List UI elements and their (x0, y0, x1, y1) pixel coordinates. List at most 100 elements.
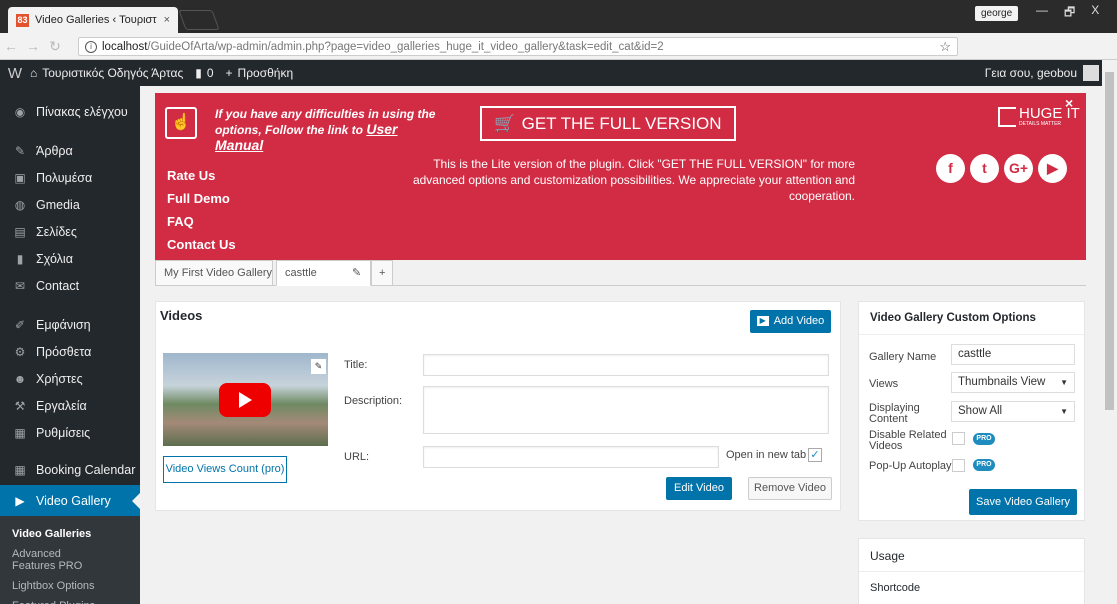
views-value: Thumbnails View (958, 376, 1046, 388)
sidebar-item-label: Πρόσθετα (36, 344, 92, 359)
back-icon[interactable]: ← (0, 38, 22, 54)
chevron-down-icon: ▼ (1060, 407, 1068, 416)
video-gallery-submenu: Video Galleries Advanced Features PRO Li… (0, 516, 140, 604)
profile-chip[interactable]: george (975, 6, 1019, 21)
description-textarea[interactable] (423, 386, 829, 434)
wordpress-logo-icon[interactable]: W (0, 65, 30, 82)
favicon-icon: 83 (16, 13, 29, 27)
browser-tab[interactable]: 83 Video Galleries ‹ Τουριστ × (8, 7, 178, 33)
popup-autoplay-checkbox[interactable] (952, 459, 965, 472)
info-icon[interactable]: i (85, 40, 97, 53)
scrollbar-thumb[interactable] (1105, 72, 1114, 410)
usage-panel: Usage Shortcode (858, 538, 1085, 604)
sidebar-item-video-gallery[interactable]: ▶ Video Gallery (0, 485, 140, 516)
sidebar-item-label: Contact (36, 278, 80, 293)
sidebar-item-label: Booking Calendar (36, 462, 136, 477)
url-input[interactable] (423, 446, 719, 468)
save-video-gallery-button[interactable]: Save Video Gallery (969, 489, 1077, 515)
window-controls: — 🗗 X (1036, 3, 1099, 24)
submenu-advanced-features[interactable]: Advanced Features PRO (0, 544, 100, 576)
full-demo-link[interactable]: Full Demo (167, 191, 230, 206)
edit-thumbnail-icon[interactable]: ✎ (311, 359, 326, 374)
sidebar-item-contact[interactable]: ✉ Contact (0, 270, 140, 301)
sidebar-item-dashboard[interactable]: ◉ Πίνακας ελέγχου (0, 96, 140, 127)
banner-close-icon[interactable]: × (1065, 95, 1073, 111)
new-content-link[interactable]: + Προσθήκη (226, 66, 294, 80)
videos-header: Videos (160, 308, 203, 323)
maximize-icon[interactable]: 🗗 (1064, 3, 1075, 24)
youtube-play-icon[interactable] (219, 383, 271, 417)
tab-my-first-video-gallery[interactable]: My First Video Gallery (155, 260, 273, 286)
address-toolbar: ← → ↻ i localhost /GuideOfArta/wp-admin/… (0, 33, 1117, 85)
page: 83 Video Galleries ‹ Τουριστ × george — … (0, 0, 1117, 604)
lite-version-text: This is the Lite version of the plugin. … (412, 157, 855, 203)
google-plus-icon[interactable]: G+ (1004, 154, 1033, 183)
custom-options-header: Video Gallery Custom Options (859, 302, 1084, 335)
submenu-video-galleries[interactable]: Video Galleries (0, 524, 140, 544)
tab-title: Video Galleries ‹ Τουριστ (35, 14, 157, 26)
site-name-link[interactable]: ⌂ Τουριστικός Οδηγός Άρτας (30, 66, 183, 80)
submenu-lightbox-options[interactable]: Lightbox Options (0, 576, 140, 596)
sidebar-item-label: Χρήστες (36, 371, 83, 386)
bookmark-star-icon[interactable]: ☆ (939, 39, 951, 55)
gallery-name-input[interactable]: casttle (951, 344, 1075, 365)
views-select[interactable]: Thumbnails View ▼ (951, 372, 1075, 393)
contact-us-link[interactable]: Contact Us (167, 237, 236, 252)
video-views-count-button[interactable]: Video Views Count (pro) (163, 456, 287, 483)
comment-icon: ▮ (195, 66, 202, 80)
settings-icon: ▦ (14, 425, 26, 440)
shortcode-label: Shortcode (870, 582, 921, 594)
forward-icon[interactable]: → (22, 38, 44, 54)
pages-icon: ▤ (14, 224, 26, 239)
sidebar-item-settings[interactable]: ▦ Ρυθμίσεις (0, 417, 140, 448)
open-new-tab-checkbox[interactable]: ✓ (808, 448, 822, 462)
comments-link[interactable]: ▮ 0 (195, 66, 213, 80)
views-label: Views (869, 378, 899, 390)
mail-icon: ✉ (14, 278, 26, 293)
page-scrollbar[interactable] (1102, 60, 1117, 604)
comments-icon: ▮ (16, 251, 24, 266)
youtube-icon[interactable]: ▶ (1038, 154, 1067, 183)
account-menu[interactable]: Γεια σου, geobou (985, 65, 1099, 81)
remove-video-button[interactable]: Remove Video (748, 477, 832, 500)
add-video-label: Add Video (773, 315, 825, 327)
sidebar-item-booking-calendar[interactable]: ▦ Booking Calendar (0, 454, 140, 485)
edit-pencil-icon[interactable]: ✎ (352, 261, 361, 285)
title-input[interactable] (423, 354, 829, 376)
new-tab-button[interactable] (178, 10, 220, 30)
brush-icon: ✐ (14, 317, 26, 332)
huge-it-banner: ☝ If you have any difficulties in using … (155, 93, 1086, 260)
facebook-icon[interactable]: f (936, 154, 965, 183)
add-video-button[interactable]: ▶ Add Video (750, 310, 831, 333)
reload-icon[interactable]: ↻ (44, 38, 66, 55)
disable-related-checkbox[interactable] (952, 432, 965, 445)
url-label: URL: (344, 451, 370, 463)
wp-admin-bar: W ⌂ Τουριστικός Οδηγός Άρτας ▮ 0 + Προσθήκη… (0, 60, 1117, 86)
url-bar[interactable]: i localhost /GuideOfArta/wp-admin/admin.… (78, 37, 958, 56)
open-new-tab-label: Open in new tab (726, 449, 807, 461)
get-full-version-button[interactable]: 🛒 GET THE FULL VERSION (480, 106, 736, 141)
tab-close-icon[interactable]: × (164, 14, 170, 26)
submenu-featured-plugins[interactable]: Featured Plugins (0, 596, 140, 604)
full-version-label: GET THE FULL VERSION (521, 114, 722, 133)
tab-casttle[interactable]: casttle ✎ (276, 260, 371, 286)
twitter-icon[interactable]: t (970, 154, 999, 183)
displaying-value: Show All (958, 405, 1003, 417)
admin-sidebar: ◉ Πίνακας ελέγχου ✎ Άρθρα ▣ Πολυμέσα ◍ Gmedi… (0, 86, 140, 604)
avatar (1083, 65, 1099, 81)
rate-us-link[interactable]: Rate Us (167, 168, 215, 183)
video-thumbnail[interactable]: ✎ (163, 353, 328, 446)
social-links: f t G+ ▶ (936, 154, 1067, 183)
close-window-icon[interactable]: X (1091, 3, 1099, 24)
minimize-icon[interactable]: — (1036, 3, 1048, 24)
edit-video-button[interactable]: Edit Video (666, 477, 732, 500)
help-line-2: options, Follow the link to (215, 123, 363, 137)
faq-link[interactable]: FAQ (167, 214, 194, 229)
url-path: /GuideOfArta/wp-admin/admin.php?page=vid… (147, 40, 664, 53)
manual-book-icon: ☝ (165, 107, 197, 139)
displaying-content-select[interactable]: Show All ▼ (951, 401, 1075, 422)
popup-autoplay-label: Pop-Up Autoplay (869, 460, 952, 472)
media-icon: ▣ (14, 170, 26, 185)
wrench-icon: ⚒ (14, 398, 26, 413)
add-gallery-tab[interactable]: + (371, 260, 393, 286)
